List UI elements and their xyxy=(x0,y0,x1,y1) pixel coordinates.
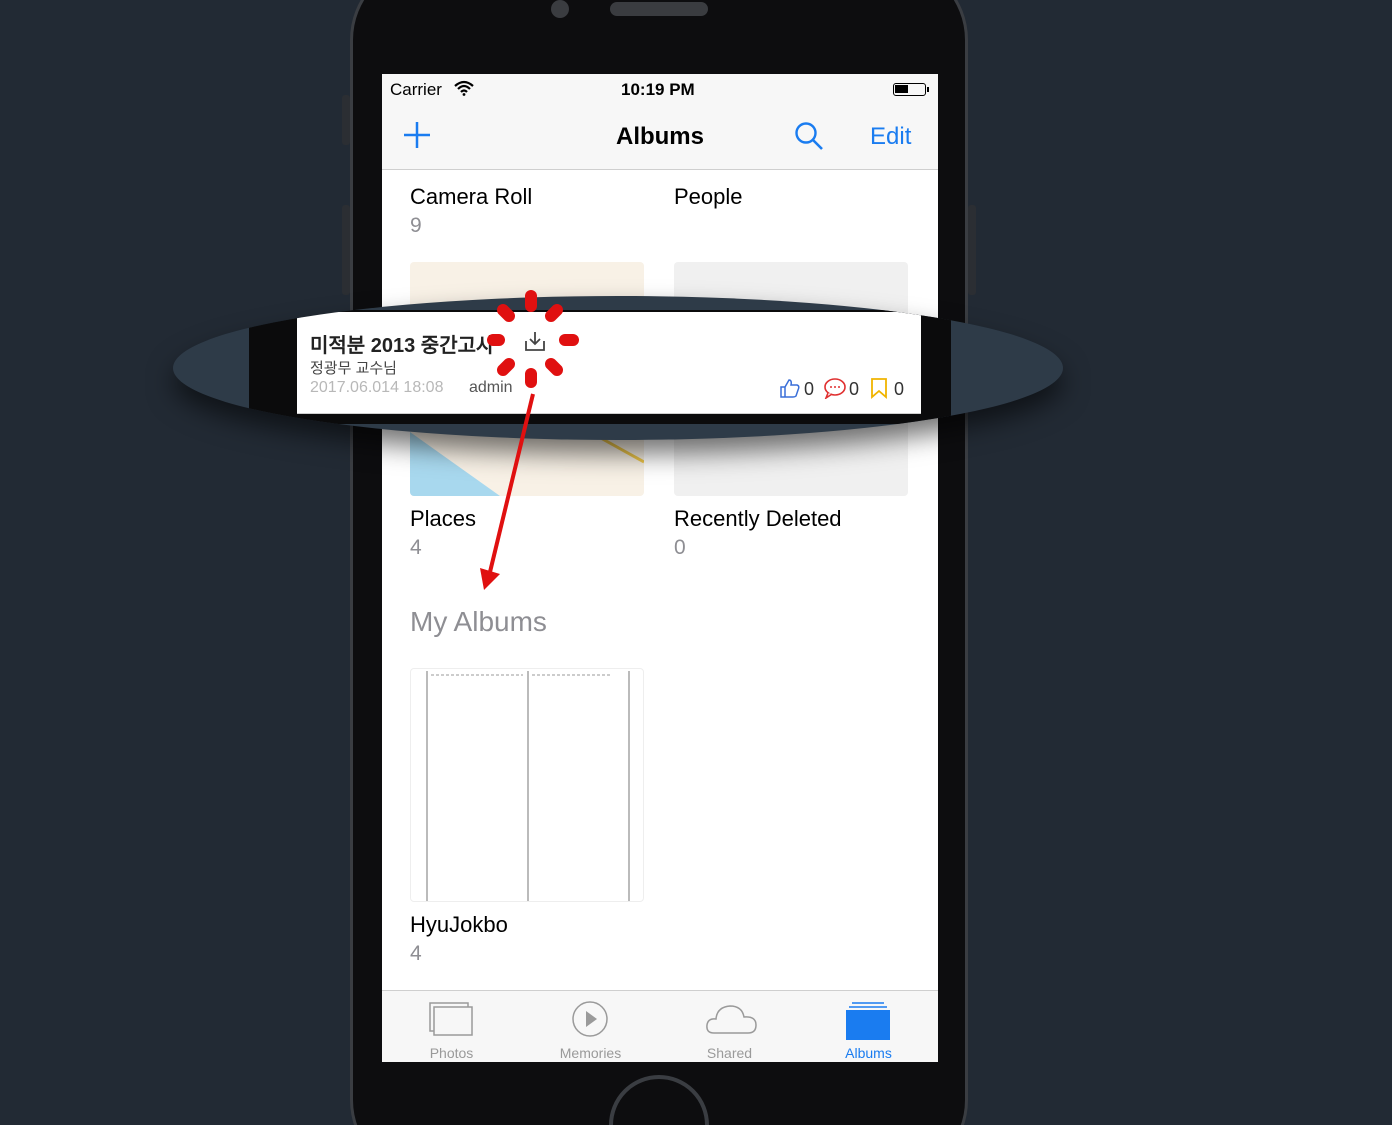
navigation-bar: Albums Edit xyxy=(382,104,938,170)
post-author: 정광무 교수님 xyxy=(310,360,397,377)
like-count: 0 xyxy=(804,379,815,399)
photos-icon xyxy=(429,1002,473,1036)
tab-label-shared: Shared xyxy=(706,1045,753,1061)
document-preview-icon xyxy=(426,671,630,901)
tab-shared[interactable]: Shared xyxy=(660,991,799,1062)
album-name-recently-deleted[interactable]: Recently Deleted xyxy=(674,506,842,532)
album-name-hyujokbo[interactable]: HyuJokbo xyxy=(410,912,508,938)
wifi-icon xyxy=(454,80,474,96)
albums-icon xyxy=(846,1002,890,1040)
tab-label-photos: Photos xyxy=(429,1045,474,1061)
memories-icon xyxy=(572,1001,608,1037)
tab-photos[interactable]: Photos xyxy=(382,991,521,1062)
bookmark-icon[interactable] xyxy=(870,377,888,399)
album-name-places[interactable]: Places xyxy=(410,506,476,532)
annotation-arrow-icon xyxy=(480,393,535,590)
bookmark-count: 0 xyxy=(894,379,905,399)
phone-screen: Carrier 10:19 PM Albums Edit Camera Roll… xyxy=(382,74,938,1062)
post-title: 미적분 2013 중간고사 xyxy=(310,335,495,357)
section-title-my-albums: My Albums xyxy=(410,606,547,637)
album-count-hyujokbo: 4 xyxy=(410,942,422,965)
mute-switch xyxy=(342,95,350,145)
power-button xyxy=(968,205,976,295)
tab-label-albums: Albums xyxy=(845,1045,892,1061)
carrier-label: Carrier xyxy=(390,80,442,99)
tab-bar: Photos Memories Shared Albums xyxy=(382,990,938,1062)
volume-up-button xyxy=(342,205,350,295)
like-icon[interactable] xyxy=(779,377,801,399)
album-thumbnail-hyujokbo[interactable] xyxy=(410,668,644,902)
album-name-camera-roll[interactable]: Camera Roll xyxy=(410,184,532,210)
earpiece-speaker xyxy=(610,2,708,16)
front-camera xyxy=(551,0,569,18)
status-time: 10:19 PM xyxy=(621,80,695,99)
search-icon[interactable] xyxy=(794,121,824,151)
album-name-people[interactable]: People xyxy=(674,184,743,210)
shared-cloud-icon xyxy=(706,1005,757,1034)
battery-icon xyxy=(893,83,929,96)
tab-label-memories: Memories xyxy=(559,1045,622,1061)
tab-memories[interactable]: Memories xyxy=(521,991,660,1062)
page-title: Albums xyxy=(615,123,704,150)
comment-icon[interactable] xyxy=(823,377,847,399)
comment-count: 0 xyxy=(849,379,860,399)
album-count-camera-roll: 9 xyxy=(410,214,422,237)
status-bar: Carrier 10:19 PM xyxy=(382,74,938,104)
album-count-places: 4 xyxy=(410,536,422,559)
exam-post-card[interactable]: 미적분 2013 중간고사 정광무 교수님 2017.06.014 18:08 … xyxy=(297,312,921,414)
highlight-ring-icon xyxy=(487,290,579,388)
edit-button[interactable]: Edit xyxy=(870,123,911,151)
zoom-lens-callout: 미적분 2013 중간고사 정광무 교수님 2017.06.014 18:08 … xyxy=(173,296,1063,440)
post-date: 2017.06.014 18:08 xyxy=(310,379,444,396)
tab-albums[interactable]: Albums xyxy=(799,991,938,1062)
album-count-recently-deleted: 0 xyxy=(674,536,686,559)
